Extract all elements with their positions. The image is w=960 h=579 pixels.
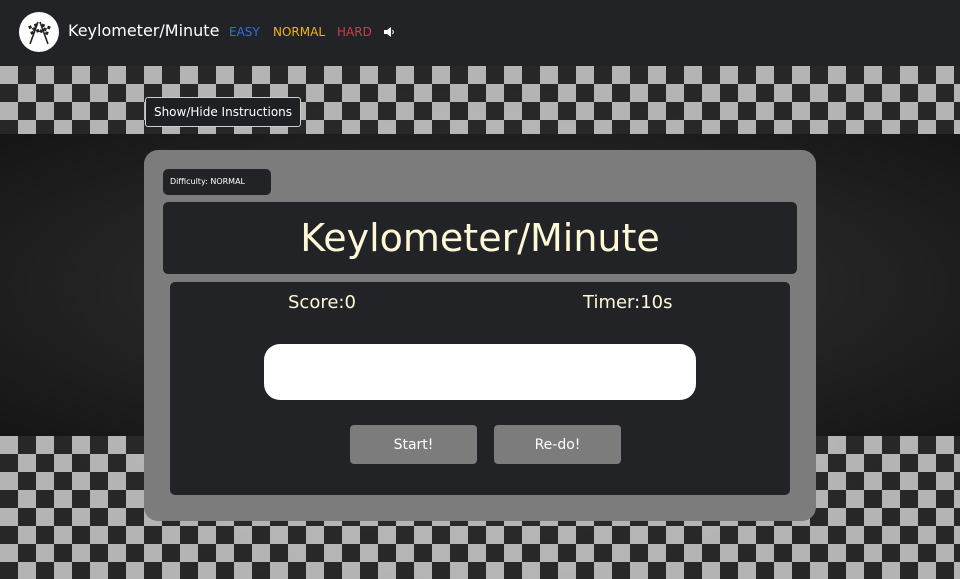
checkered-band-top — [0, 66, 960, 134]
start-button[interactable]: Start! — [350, 425, 477, 464]
game-card: Difficulty: NORMAL Keylometer/Minute Sco… — [144, 150, 816, 521]
checkered-flags-icon[interactable] — [19, 12, 59, 52]
score-display: Score:0 — [288, 292, 356, 313]
title-panel: Keylometer/Minute — [163, 202, 797, 274]
show-hide-instructions-button[interactable]: Show/Hide Instructions — [145, 97, 301, 127]
speaker-icon[interactable] — [382, 24, 396, 38]
brand-title[interactable]: Keylometer/Minute — [68, 20, 219, 42]
typing-input[interactable] — [264, 344, 696, 400]
game-title: Keylometer/Minute — [300, 216, 660, 260]
timer-display: Timer:10s — [583, 292, 673, 313]
redo-button[interactable]: Re-do! — [494, 425, 621, 464]
difficulty-hard-link[interactable]: HARD — [337, 24, 372, 40]
navbar: Keylometer/Minute EASY NORMAL HARD — [0, 0, 960, 66]
difficulty-badge: Difficulty: NORMAL — [163, 169, 271, 195]
difficulty-normal-link[interactable]: NORMAL — [273, 24, 325, 40]
play-panel: Score:0 Timer:10s Start! Re-do! — [170, 282, 790, 495]
difficulty-easy-link[interactable]: EASY — [229, 24, 260, 40]
